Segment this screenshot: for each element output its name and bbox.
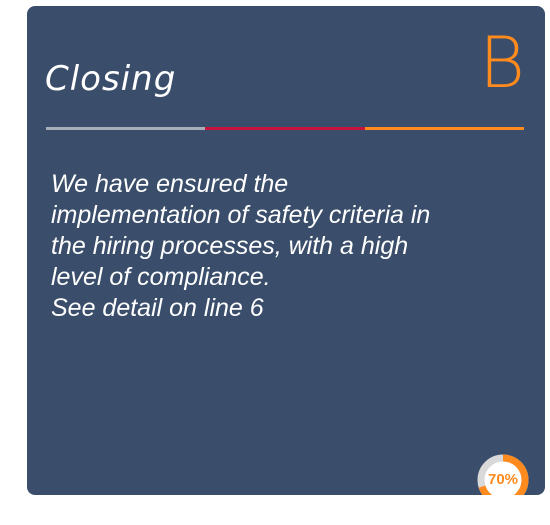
closing-description: We have ensured the implementation of sa… [51, 169, 511, 324]
description-line: level of compliance. [51, 263, 271, 291]
description-line: See detail on line 6 [51, 294, 264, 322]
closing-card: Closing B We have ensured the implementa… [27, 6, 545, 495]
description-line: the hiring processes, with a high [51, 232, 409, 260]
divider-segment-gray [46, 127, 206, 130]
description-line: implementation of safety criteria in [51, 201, 431, 229]
divider-segment-orange [364, 127, 524, 130]
description-line: We have ensured the [51, 170, 289, 198]
gauge-percent-label: 70% [487, 471, 519, 488]
progress-gauge: 70% [475, 452, 531, 495]
divider-segment-red [205, 127, 365, 130]
tri-color-divider [46, 127, 524, 130]
grade-letter: B [479, 22, 525, 104]
card-title: Closing [45, 59, 177, 99]
